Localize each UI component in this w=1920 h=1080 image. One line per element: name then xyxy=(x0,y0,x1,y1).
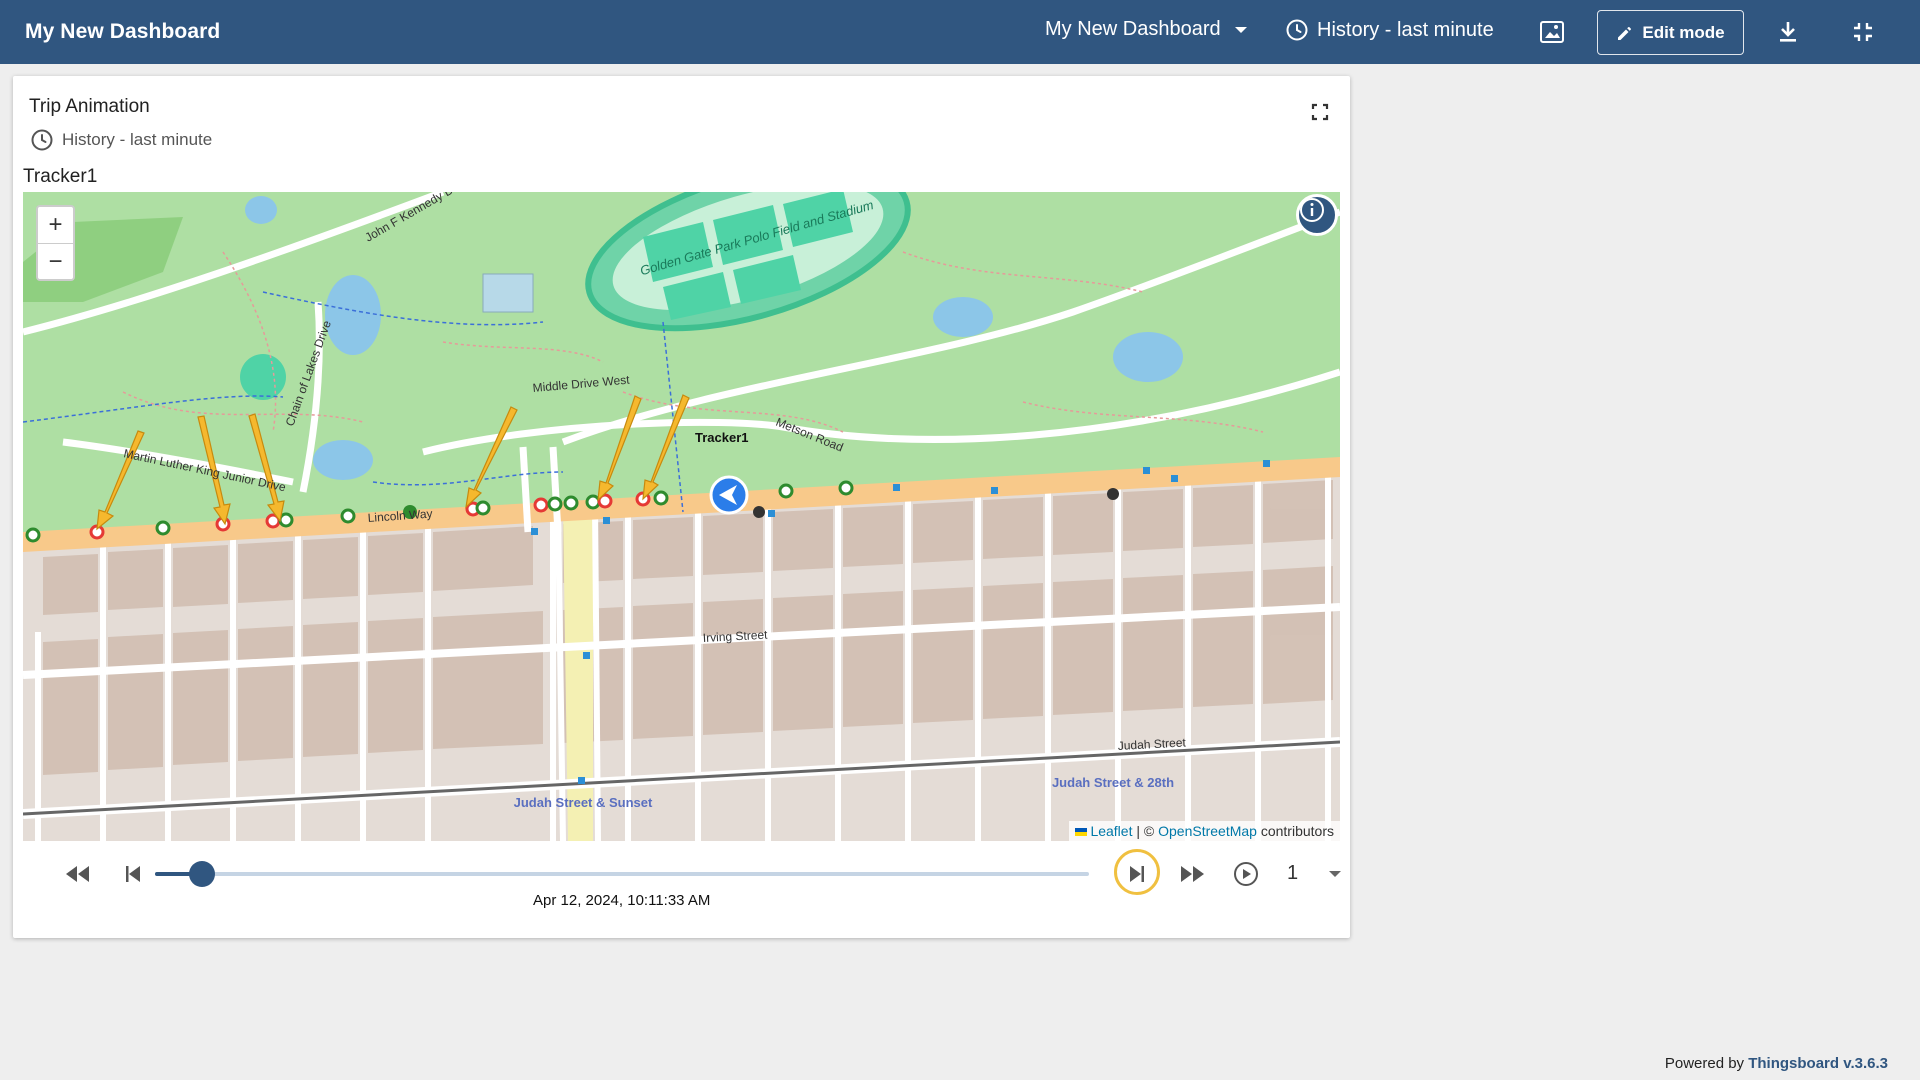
attribution-separator: | © xyxy=(1132,823,1159,839)
footer-prefix: Powered by xyxy=(1664,1055,1749,1072)
speed-select-value[interactable]: 1 xyxy=(1287,862,1298,885)
map-tiles: John F Kennedy Drive Middle Drive West M… xyxy=(23,192,1340,841)
timeline-slider-thumb[interactable] xyxy=(188,861,215,887)
widget-title: Trip Animation xyxy=(29,96,150,117)
pencil-icon xyxy=(1618,26,1632,40)
footer: Powered by Thingsboard v.3.6.3 xyxy=(1665,1055,1888,1072)
download-button[interactable] xyxy=(1774,18,1802,46)
dashboard-select-label: My New Dashboard xyxy=(1045,18,1221,40)
map-info-button[interactable] xyxy=(1296,194,1338,236)
zoom-out-button[interactable]: − xyxy=(38,243,73,279)
speed-dropdown-caret[interactable] xyxy=(1329,871,1341,877)
fast-rewind-button[interactable] xyxy=(59,855,97,893)
playback-controls: Apr 12, 2024, 10:11:33 AM 1 xyxy=(23,846,1341,926)
trip-animation-widget: Trip Animation History - last minute Tra… xyxy=(13,76,1350,938)
widget-timewindow[interactable]: History - last minute xyxy=(30,128,212,152)
attribution-suffix: contributors xyxy=(1256,823,1334,839)
exit-fullscreen-button[interactable] xyxy=(1849,18,1877,46)
tracker-map-label: Tracker1 xyxy=(695,430,749,445)
fast-forward-button[interactable] xyxy=(1173,855,1211,893)
widget-fullscreen-button[interactable] xyxy=(1308,100,1332,124)
clock-icon xyxy=(1286,19,1308,41)
thingsboard-link[interactable]: Thingsboard v.3.6.3 xyxy=(1748,1055,1888,1072)
edit-mode-button[interactable]: Edit mode xyxy=(1597,10,1744,55)
exit-fullscreen-icon xyxy=(1854,23,1872,41)
skip-previous-icon xyxy=(126,866,140,882)
fast-forward-icon xyxy=(1181,866,1204,882)
zoom-in-button[interactable]: + xyxy=(38,207,73,243)
timewindow-label: History - last minute xyxy=(1317,18,1494,41)
map-label-judah-sunset: Judah Street & Sunset xyxy=(514,795,653,810)
top-toolbar: My New Dashboard My New Dashboard Histor… xyxy=(0,0,1920,64)
play-button[interactable] xyxy=(1227,855,1265,893)
info-icon xyxy=(1300,198,1324,222)
fast-rewind-icon xyxy=(66,866,89,882)
play-circle-icon xyxy=(1234,862,1258,886)
timeline-timestamp: Apr 12, 2024, 10:11:33 AM xyxy=(533,892,711,909)
fullscreen-icon xyxy=(1311,103,1329,121)
map-attribution: Leaflet | © OpenStreetMap contributors xyxy=(1068,821,1340,841)
map[interactable]: John F Kennedy Drive Middle Drive West M… xyxy=(23,192,1340,841)
widget-timewindow-label: History - last minute xyxy=(62,130,213,149)
chevron-down-icon xyxy=(1234,26,1247,33)
timeline-slider[interactable] xyxy=(155,861,1089,887)
timewindow-button[interactable]: History - last minute xyxy=(1285,18,1494,42)
skip-previous-button[interactable] xyxy=(114,855,152,893)
map-label-judah-28th: Judah Street & 28th xyxy=(1052,775,1174,790)
leaflet-link[interactable]: Leaflet xyxy=(1090,823,1132,839)
dashboard-title: My New Dashboard xyxy=(25,20,221,43)
ukraine-flag-icon xyxy=(1074,828,1087,837)
skip-next-icon xyxy=(1130,866,1144,882)
download-icon xyxy=(1780,22,1796,42)
skip-next-button[interactable] xyxy=(1118,855,1156,893)
dashboard-image-icon xyxy=(1540,21,1564,43)
edit-mode-label: Edit mode xyxy=(1642,22,1725,42)
clock-icon xyxy=(31,129,53,151)
tracker-name: Tracker1 xyxy=(23,166,98,187)
dashboard-select[interactable]: My New Dashboard xyxy=(1045,18,1247,41)
openstreetmap-link[interactable]: OpenStreetMap xyxy=(1158,823,1257,839)
zoom-control: + − xyxy=(36,205,75,281)
dashboard-image-button[interactable] xyxy=(1538,18,1566,46)
